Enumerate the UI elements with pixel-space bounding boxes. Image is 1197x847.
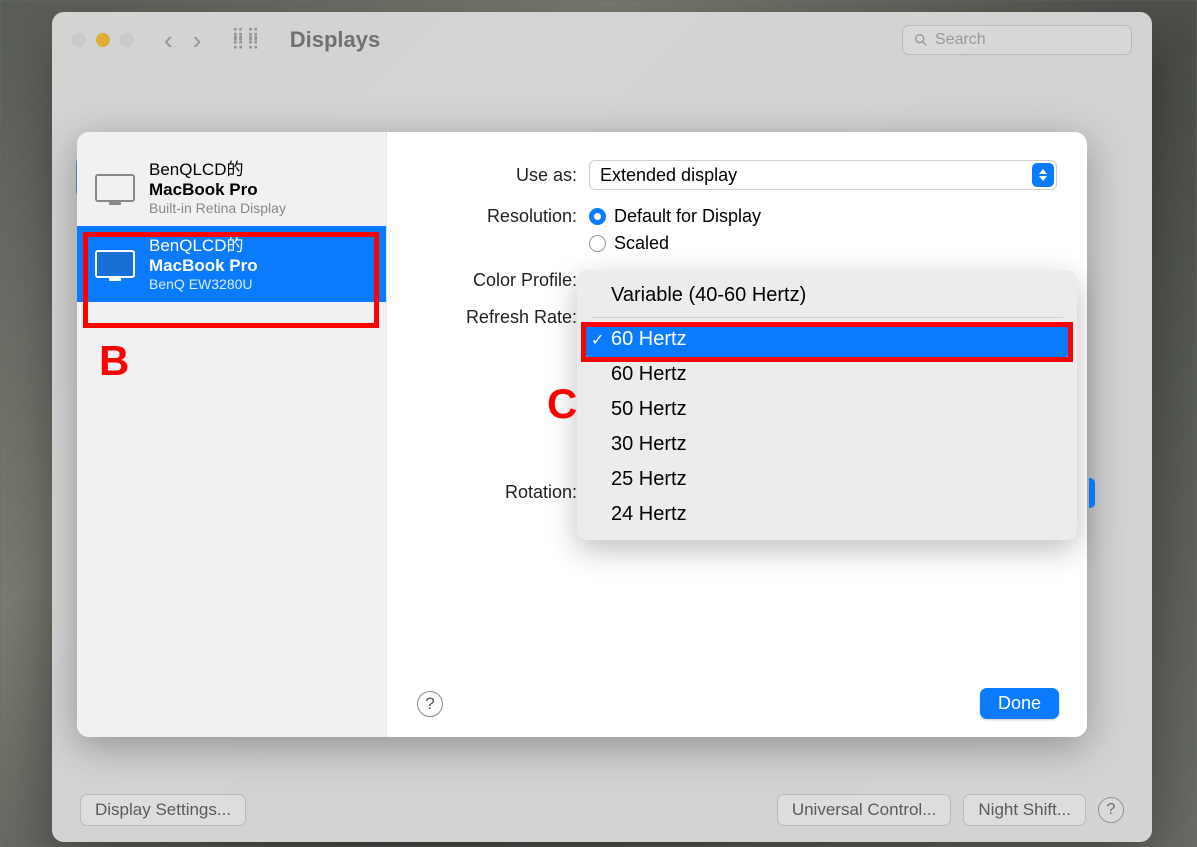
use-as-popup[interactable]: Extended display <box>589 160 1057 190</box>
window-zoom-button[interactable] <box>120 33 134 47</box>
display-settings-button[interactable]: Display Settings... <box>80 794 246 826</box>
display-item-title: BenQLCD的 <box>149 236 258 256</box>
display-item-text: BenQLCD的 MacBook Pro BenQ EW3280U <box>149 236 258 292</box>
help-icon: ? <box>425 694 434 714</box>
display-item-text: BenQLCD的 MacBook Pro Built-in Retina Dis… <box>149 160 286 216</box>
annotation-label-c: C <box>547 380 577 428</box>
window-title: Displays <box>290 27 381 53</box>
display-item-subtitle-bold: MacBook Pro <box>149 180 286 200</box>
refresh-rate-option-label: 60 Hertz <box>611 328 687 350</box>
back-button[interactable]: ‹ <box>164 25 173 56</box>
refresh-rate-option-2[interactable]: 50 Hertz <box>583 392 1071 427</box>
use-as-label: Use as: <box>417 165 577 186</box>
refresh-rate-option-5[interactable]: 24 Hertz <box>583 497 1071 532</box>
color-profile-label: Color Profile: <box>417 270 577 291</box>
resolution-default-radio[interactable]: Default for Display <box>589 206 761 227</box>
chevron-updown-icon <box>1032 163 1054 187</box>
checkmark-icon: ✓ <box>591 330 604 350</box>
refresh-rate-option-0[interactable]: ✓ 60 Hertz <box>583 322 1071 357</box>
done-label: Done <box>998 693 1041 713</box>
help-icon: ? <box>1107 801 1116 819</box>
resolution-radio-group: Default for Display Scaled <box>589 206 761 254</box>
refresh-rate-option-3[interactable]: 30 Hertz <box>583 427 1071 462</box>
resolution-row: Resolution: Default for Display Scaled <box>417 206 1057 254</box>
refresh-rate-option-1[interactable]: 60 Hertz <box>583 357 1071 392</box>
resolution-scaled-label: Scaled <box>614 233 669 254</box>
help-button[interactable]: ? <box>417 691 443 717</box>
refresh-rate-option-4[interactable]: 25 Hertz <box>583 462 1071 497</box>
rotation-label: Rotation: <box>417 482 577 503</box>
bottom-toolbar: Display Settings... Universal Control...… <box>80 794 1124 826</box>
display-settings-label: Display Settings... <box>95 800 231 819</box>
annotation-label-b: B <box>99 337 129 385</box>
display-item-subtitle: BenQ EW3280U <box>149 276 258 292</box>
night-shift-button[interactable]: Night Shift... <box>963 794 1086 826</box>
display-item-subtitle: Built-in Retina Display <box>149 200 286 216</box>
show-all-icon[interactable]: ⠿⠿⠿⠿ <box>231 32 261 48</box>
settings-content: Use as: Extended display Resolution: Def… <box>387 132 1087 737</box>
titlebar: ‹ › ⠿⠿⠿⠿ Displays Search <box>52 12 1152 68</box>
forward-button[interactable]: › <box>193 25 202 56</box>
traffic-lights <box>72 33 134 47</box>
chevron-updown-icon <box>1089 478 1095 508</box>
use-as-value: Extended display <box>600 165 737 186</box>
display-item-external[interactable]: BenQLCD的 MacBook Pro BenQ EW3280U <box>77 226 386 302</box>
universal-control-label: Universal Control... <box>792 800 937 819</box>
display-settings-sheet: BenQLCD的 MacBook Pro Built-in Retina Dis… <box>77 132 1087 737</box>
window-help-button[interactable]: ? <box>1098 797 1124 823</box>
window-minimize-button[interactable] <box>96 33 110 47</box>
nav-chevrons: ‹ › <box>164 25 201 56</box>
window-close-button[interactable] <box>72 33 86 47</box>
system-preferences-window: ‹ › ⠿⠿⠿⠿ Displays Search BenQLCD的 MacBoo… <box>52 12 1152 842</box>
resolution-label: Resolution: <box>417 206 577 227</box>
use-as-row: Use as: Extended display <box>417 160 1057 190</box>
monitor-icon <box>95 174 135 202</box>
display-item-title: BenQLCD的 <box>149 160 286 180</box>
monitor-icon <box>95 250 135 278</box>
display-item-builtin[interactable]: BenQLCD的 MacBook Pro Built-in Retina Dis… <box>77 150 386 226</box>
refresh-rate-label: Refresh Rate: <box>417 307 577 328</box>
resolution-default-label: Default for Display <box>614 206 761 227</box>
search-icon <box>913 32 929 48</box>
done-button[interactable]: Done <box>980 688 1059 719</box>
radio-dot-icon <box>589 235 606 252</box>
search-field[interactable]: Search <box>902 25 1132 55</box>
universal-control-button[interactable]: Universal Control... <box>777 794 952 826</box>
radio-dot-icon <box>589 208 606 225</box>
refresh-rate-dropdown[interactable]: Variable (40-60 Hertz) ✓ 60 Hertz 60 Her… <box>577 270 1077 540</box>
search-placeholder: Search <box>935 31 986 49</box>
rotation-row: Rotation: <box>417 482 589 503</box>
display-item-subtitle-bold: MacBook Pro <box>149 256 258 276</box>
menu-separator <box>591 317 1063 318</box>
resolution-scaled-radio[interactable]: Scaled <box>589 233 761 254</box>
night-shift-label: Night Shift... <box>978 800 1071 819</box>
display-list-sidebar: BenQLCD的 MacBook Pro Built-in Retina Dis… <box>77 132 387 737</box>
refresh-rate-header[interactable]: Variable (40-60 Hertz) <box>583 278 1071 313</box>
